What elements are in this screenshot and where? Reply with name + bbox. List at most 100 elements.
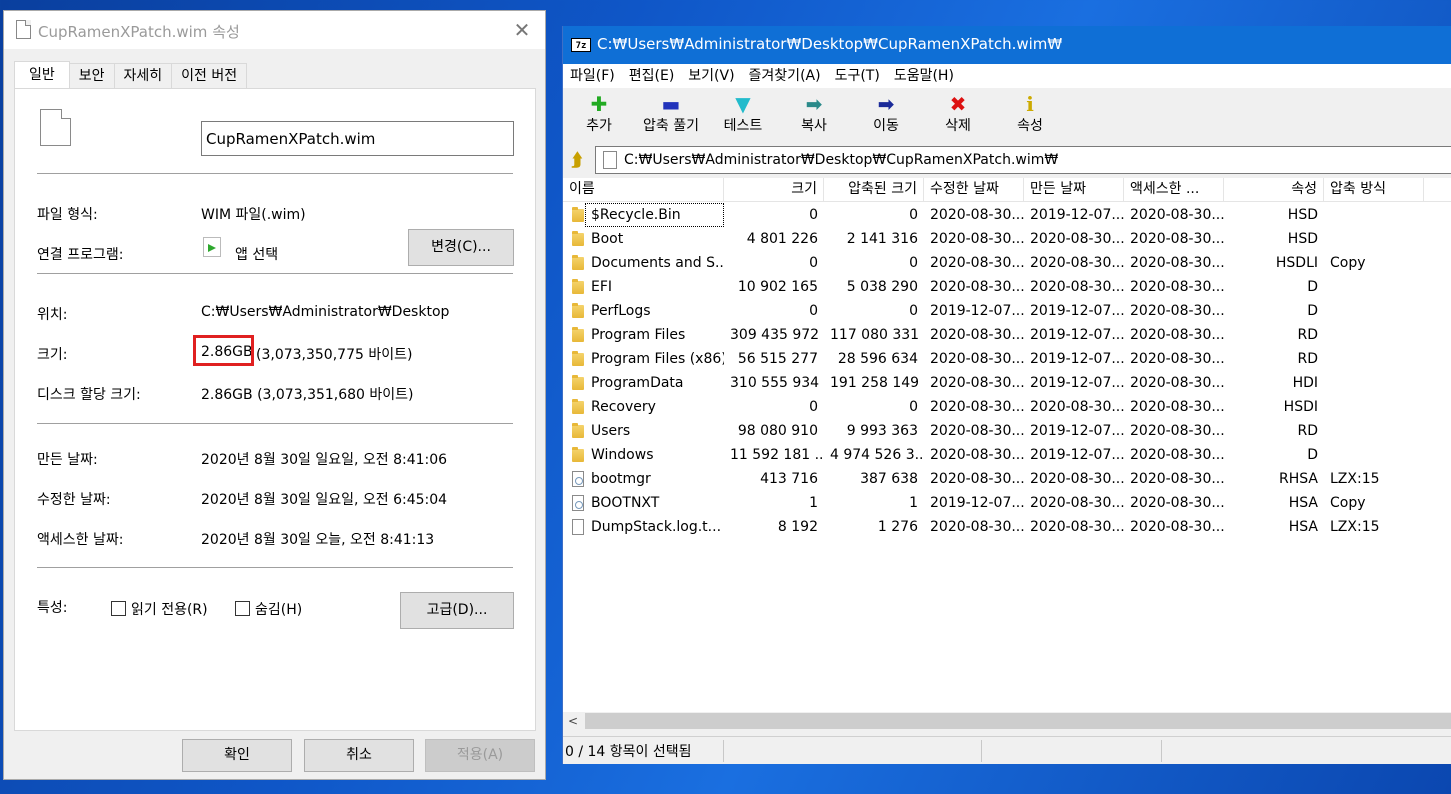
menu-help[interactable]: 도움말(H) [887, 64, 961, 88]
table-row[interactable]: $Recycle.Bin 0 0 2020-08-30... 2019-12-07...… [563, 203, 1451, 227]
column-header-attributes[interactable]: 속성 [1224, 178, 1324, 202]
tab-general[interactable]: 일반 [14, 61, 70, 89]
cell-packed-size: 0 [909, 399, 918, 415]
delete-button[interactable]: ✖ 삭제 [922, 92, 994, 142]
table-row[interactable]: BOOTNXT 1 1 2019-12-07... 2020-08-30... 2020-… [563, 491, 1451, 515]
file-name-field[interactable] [201, 121, 514, 156]
cell-name: BOOTNXT [591, 495, 660, 511]
menu-view[interactable]: 보기(V) [681, 64, 741, 88]
table-row[interactable]: bootmgr 413 716 387 638 2020-08-30... 2020-0… [563, 467, 1451, 491]
copy-label: 복사 [801, 118, 827, 134]
scroll-thumb[interactable] [585, 713, 1451, 729]
readonly-checkbox[interactable] [111, 601, 126, 616]
info-button[interactable]: i 속성 [994, 92, 1066, 142]
cell-accessed: 2020-08-30... [1130, 495, 1224, 511]
cell-attributes: HSD [1287, 207, 1318, 223]
cell-modified: 2020-08-30... [930, 231, 1024, 247]
size-bytes-value: (3,073,350,775 바이트) [256, 347, 413, 363]
status-divider [981, 740, 982, 762]
table-row[interactable]: Program Files (x86) 56 515 277 28 596 634 2… [563, 347, 1451, 371]
folder-icon [572, 231, 584, 246]
cell-packed-size: 5 038 290 [846, 279, 918, 295]
move-button[interactable]: ➡ 이동 [850, 92, 922, 142]
table-row[interactable]: Documents and S... 0 0 2020-08-30... 2020-08… [563, 251, 1451, 275]
table-row[interactable]: Users 98 080 910 9 993 363 2020-08-30... 201… [563, 419, 1451, 443]
system-file-icon [572, 495, 584, 511]
file-icon [572, 519, 584, 535]
copy-button[interactable]: ➡ 복사 [778, 92, 850, 142]
cancel-button[interactable]: 취소 [304, 739, 414, 772]
file-type-value: WIM 파일(.wim) [201, 207, 306, 223]
hidden-label[interactable]: 숨김(H) [255, 599, 302, 619]
column-header-name[interactable]: 이름 [563, 178, 724, 202]
table-row[interactable]: DumpStack.log.t... 8 192 1 276 2020-08-30..… [563, 515, 1451, 539]
close-button[interactable]: ✕ [499, 11, 545, 49]
column-header-size[interactable]: 크기 [724, 178, 824, 202]
extract-button[interactable]: ▬ 압축 풀기 [635, 92, 707, 142]
cell-name: Documents and S... [591, 255, 724, 271]
cell-packed-size: 1 276 [877, 519, 918, 535]
table-row[interactable]: Program Files 309 435 972 117 080 331 2020-… [563, 323, 1451, 347]
folder-icon [572, 399, 584, 414]
cell-created: 2019-12-07... [1030, 327, 1124, 343]
cell-modified: 2020-08-30... [930, 519, 1024, 535]
tab-previous-versions[interactable]: 이전 버전 [171, 63, 248, 89]
column-header-modified[interactable]: 수정한 날짜 [924, 178, 1024, 202]
cell-accessed: 2020-08-30... [1130, 423, 1224, 439]
size-on-disk-label: 디스크 할당 크기: [37, 387, 141, 403]
folder-up-icon[interactable]: ⮭ [566, 150, 588, 172]
system-file-icon [572, 471, 584, 487]
menu-favorites[interactable]: 즐겨찾기(A) [742, 64, 828, 88]
table-row[interactable]: Windows 11 592 181 ... 4 974 526 3... 2020-… [563, 443, 1451, 467]
change-button[interactable]: 변경(C)... [408, 229, 514, 266]
scroll-left-icon[interactable]: < [563, 712, 583, 730]
table-row[interactable]: PerfLogs 0 0 2019-12-07... 2019-12-07... 2020… [563, 299, 1451, 323]
ok-button[interactable]: 확인 [182, 739, 292, 772]
cell-accessed: 2020-08-30... [1130, 519, 1224, 535]
advanced-button[interactable]: 고급(D)... [400, 592, 514, 629]
table-row[interactable]: Recovery 0 0 2020-08-30... 2020-08-30... 2020… [563, 395, 1451, 419]
tab-details[interactable]: 자세히 [113, 63, 173, 89]
table-row[interactable]: Boot 4 801 226 2 141 316 2020-08-30... 2020-… [563, 227, 1451, 251]
dialog-titlebar[interactable]: CupRamenXPatch.wim 속성 ✕ [4, 11, 545, 49]
cell-size: 310 555 934 [730, 375, 820, 391]
apply-button[interactable]: 적용(A) [425, 739, 535, 772]
address-bar[interactable]: C:₩Users₩Administrator₩Desktop₩CupRamenX… [595, 146, 1451, 174]
add-button[interactable]: ✚ 추가 [563, 92, 635, 142]
cell-size: 1 [809, 495, 818, 511]
cell-packed-size: 191 258 149 [830, 375, 920, 391]
column-header-packed-size[interactable]: 압축된 크기 [824, 178, 924, 202]
cell-name: EFI [591, 279, 613, 295]
folder-icon [572, 303, 584, 318]
copy-icon: ➡ [805, 92, 823, 116]
menu-file[interactable]: 파일(F) [563, 64, 622, 88]
test-button[interactable]: ▼ 테스트 [707, 92, 779, 142]
zip-titlebar[interactable]: 7z C:₩Users₩Administrator₩Desktop₩CupRam… [563, 26, 1451, 64]
size-highlight-box [193, 335, 254, 366]
tab-security[interactable]: 보안 [68, 63, 115, 89]
menu-edit[interactable]: 편집(E) [622, 64, 682, 88]
cell-attributes: HSDLI [1275, 255, 1318, 271]
column-header-accessed[interactable]: 액세스한 ... [1124, 178, 1224, 202]
cell-accessed: 2020-08-30... [1130, 399, 1224, 415]
cell-name: Windows [591, 447, 654, 463]
cell-attributes: D [1307, 279, 1318, 295]
cell-attributes: D [1307, 303, 1318, 319]
table-row[interactable]: ProgramData 310 555 934 191 258 149 2020-08… [563, 371, 1451, 395]
readonly-label[interactable]: 읽기 전용(R) [131, 599, 208, 619]
column-header-created[interactable]: 만든 날짜 [1024, 178, 1124, 202]
cell-size: 0 [809, 399, 818, 415]
cell-created: 2020-08-30... [1030, 399, 1124, 415]
menu-tools[interactable]: 도구(T) [828, 64, 887, 88]
cell-name: Recovery [591, 399, 656, 415]
hidden-checkbox[interactable] [235, 601, 250, 616]
list-rows: $Recycle.Bin 0 0 2020-08-30... 2019-12-07...… [563, 203, 1451, 539]
cell-packed-size: 2 141 316 [846, 231, 918, 247]
file-list[interactable]: 이름 크기 압축된 크기 수정한 날짜 만든 날짜 액세스한 ... 속성 압축… [563, 178, 1451, 712]
table-row[interactable]: EFI 10 902 165 5 038 290 2020-08-30... 2020-… [563, 275, 1451, 299]
cell-name: Users [591, 423, 631, 439]
horizontal-scrollbar[interactable]: < [563, 712, 1451, 730]
status-divider [723, 740, 724, 762]
column-header-method[interactable]: 압축 방식 [1324, 178, 1424, 202]
move-icon: ➡ [877, 92, 895, 116]
